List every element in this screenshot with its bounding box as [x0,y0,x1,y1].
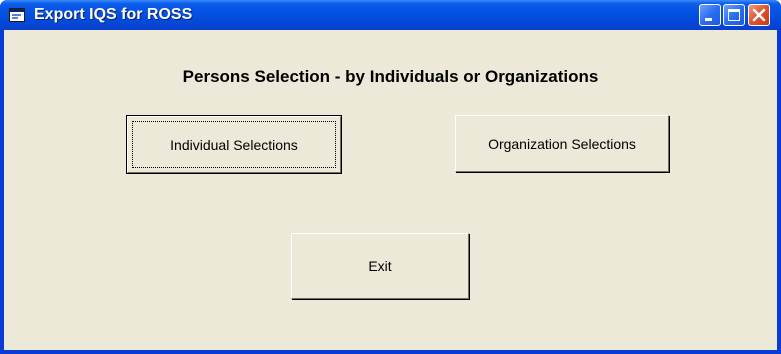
close-button[interactable] [748,4,770,26]
exit-button[interactable]: Exit [291,233,469,299]
organization-selections-button[interactable]: Organization Selections [455,115,669,172]
minimize-icon [705,18,712,21]
maximize-icon [728,9,740,21]
minimize-button[interactable] [699,4,721,26]
individual-selections-label: Individual Selections [170,136,298,153]
title-bar[interactable]: Export IQS for ROSS [0,0,781,30]
close-icon [752,8,766,22]
exit-label: Exit [368,258,392,274]
form-heading: Persons Selection - by Individuals or Or… [182,67,599,86]
app-window: Export IQS for ROSS Persons Selection - … [0,0,781,354]
app-window-icon [9,8,25,22]
window-title: Export IQS for ROSS [34,6,193,23]
organization-selections-label: Organization Selections [488,135,636,152]
form-client-area: Persons Selection - by Individuals or Or… [4,30,777,350]
individual-selections-button[interactable]: Individual Selections [126,115,342,174]
maximize-button[interactable] [723,4,745,26]
